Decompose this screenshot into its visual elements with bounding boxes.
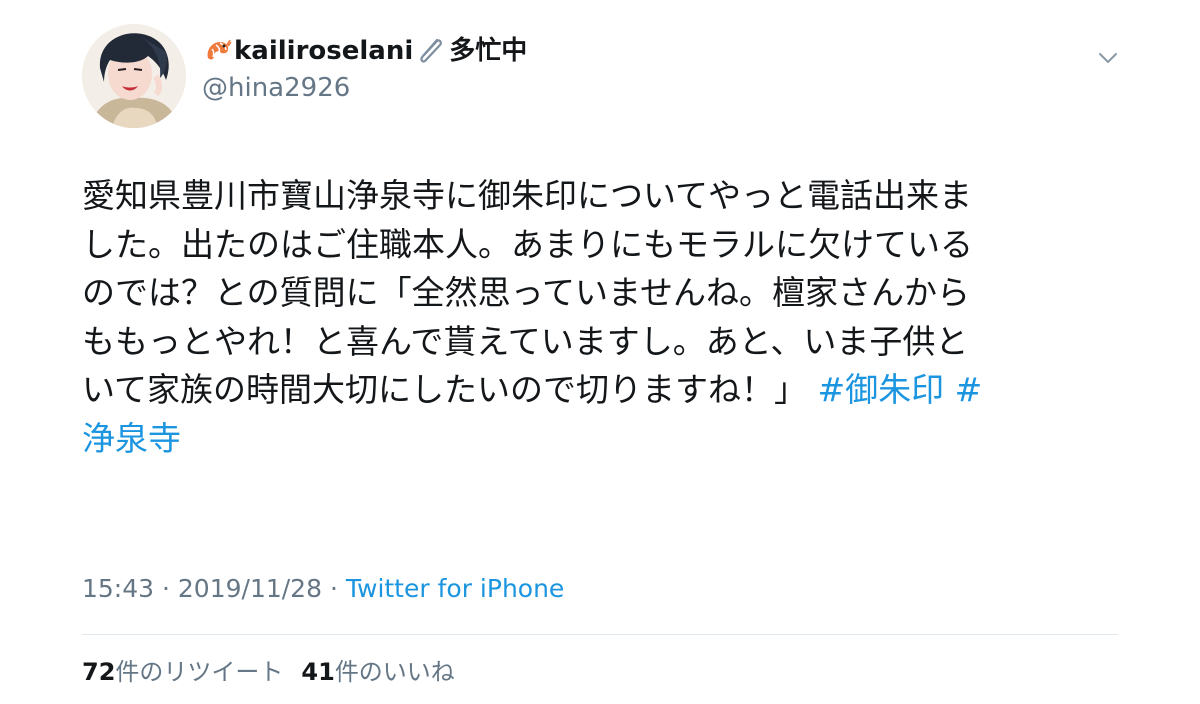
tweet-time[interactable]: 15:43 <box>82 574 154 603</box>
retweet-count-link[interactable]: 72件のリツイート <box>82 658 283 686</box>
like-label: 件のいいね <box>334 658 455 686</box>
user-status: 多忙中 <box>449 36 528 66</box>
paperclip-icon <box>415 36 445 66</box>
meta-separator: · <box>329 574 338 603</box>
tweet-text-line: した。出たのはご住職本人。あまりにもモラルに欠けている <box>82 224 973 264</box>
chevron-down-icon[interactable] <box>1096 48 1120 68</box>
tweet-date[interactable]: 2019/11/28 <box>178 574 322 603</box>
user-handle[interactable]: @hina2926 <box>202 71 527 105</box>
hashtag-symbol[interactable]: # <box>955 370 983 409</box>
tweet-source-link[interactable]: Twitter for iPhone <box>346 574 564 603</box>
tweet-text-line: のでは？との質問に「全然思っていませんね。檀家さんから <box>82 273 971 313</box>
user-names: kailiroselani 多忙中 @hina2926 <box>202 34 527 105</box>
tweet-text-line: ももっとやれ！と喜んで貰えていますし。あと、いま子供と <box>82 321 969 361</box>
avatar[interactable] <box>82 24 186 128</box>
divider <box>82 634 1118 635</box>
like-count-link[interactable]: 41件のいいね <box>301 658 454 686</box>
retweet-label: 件のリツイート <box>115 658 284 686</box>
tweet-text-line: いて家族の時間大切にしたいので切りますね！」 <box>82 370 808 410</box>
tweet-text-line: 愛知県豊川市寶山浄泉寺に御朱印についてやっと電話出来ま <box>82 176 973 215</box>
avatar-illustration <box>82 24 186 128</box>
hashtag-jousenji[interactable]: 浄泉寺 <box>82 419 181 458</box>
meta-separator: · <box>162 574 170 603</box>
like-count: 41 <box>301 658 335 686</box>
tweet-text-line-tag: 浄泉寺 <box>82 415 1122 464</box>
display-name: kailiroselani <box>234 36 414 66</box>
hashtag-goshuin[interactable]: #御朱印 <box>818 370 945 409</box>
retweet-count: 72 <box>82 658 116 686</box>
tweet-stats: 72件のリツイート 41件のいいね <box>82 655 455 689</box>
tweet-text: 愛知県豊川市寶山浄泉寺に御朱印についてやっと電話出来ま した。出たのはご住職本人… <box>82 172 1122 464</box>
display-name-row[interactable]: kailiroselani 多忙中 <box>202 34 527 68</box>
shrimp-icon <box>202 36 232 66</box>
tweet-meta: 15:43 · 2019/11/28 · Twitter for iPhone <box>82 572 564 606</box>
tweet-text-line-last: いて家族の時間大切にしたいので切りますね！」 #御朱印 # <box>82 366 1122 415</box>
